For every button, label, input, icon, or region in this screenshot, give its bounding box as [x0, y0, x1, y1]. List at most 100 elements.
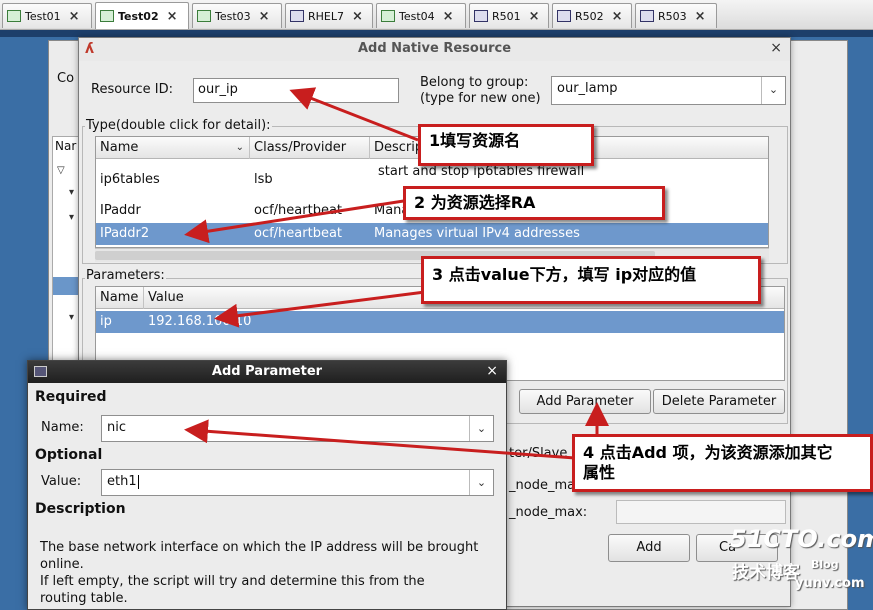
vm-tab-label: Test02 [118, 9, 159, 23]
row-name: IPaddr2 [100, 226, 150, 241]
parameters-group-label: Parameters: [85, 268, 166, 283]
vm-tab-label: R502 [575, 9, 604, 23]
vm-tab-label: Test03 [215, 9, 251, 23]
vm-tab-label: RHEL7 [308, 9, 344, 23]
vm-tab-label: Test04 [399, 9, 435, 23]
row-name: IPaddr [100, 203, 141, 218]
expand-icon[interactable]: ▾ [69, 187, 74, 198]
vm-tab-test02[interactable]: Test02 × [95, 2, 189, 29]
vm-tab-label: R503 [658, 9, 687, 23]
vm-tab-label: R501 [492, 9, 521, 23]
column-header-name[interactable]: Name [96, 287, 144, 309]
table-row-selected[interactable]: ip 192.168.100.10 [96, 311, 784, 333]
row-value[interactable]: 192.168.100.10 [144, 311, 444, 333]
dialog-titlebar[interactable]: Add Parameter × [28, 361, 506, 383]
vertical-scrollbar[interactable] [768, 137, 769, 248]
parameter-value-combo[interactable]: eth1 ⌄ [101, 469, 494, 496]
chevron-down-icon[interactable]: ⌄ [469, 416, 493, 441]
watermark-logo: 51CTO.com [730, 525, 873, 553]
vm-icon [290, 10, 304, 22]
expand-icon[interactable]: ▾ [69, 212, 74, 223]
vm-icon [474, 10, 488, 22]
close-icon[interactable]: × [770, 40, 782, 56]
type-group-label: Type(double click for detail): [85, 118, 272, 133]
close-icon[interactable]: × [167, 9, 178, 24]
required-section-label: Required [35, 389, 107, 405]
vm-tab-test04[interactable]: Test04 × [376, 3, 466, 28]
expand-icon[interactable]: ▽ [57, 165, 65, 176]
column-header-provider[interactable]: Class/Provider [250, 137, 370, 159]
close-icon[interactable]: × [352, 9, 363, 24]
close-icon[interactable]: × [259, 9, 270, 24]
add-button[interactable]: Add [608, 534, 690, 562]
vm-tab-r503[interactable]: R503 × [635, 3, 717, 28]
delete-parameter-button[interactable]: Delete Parameter [653, 389, 785, 414]
close-icon[interactable]: × [612, 9, 623, 24]
description-line: online. [40, 557, 84, 572]
description-line: If left empty, the script will try and d… [40, 574, 425, 589]
table-row-selected[interactable]: IPaddr2 ocf/heartbeat Manages virtual IP… [96, 223, 768, 245]
parameter-value-value: eth1 [107, 474, 137, 489]
add-parameter-button[interactable]: Add Parameter [519, 389, 651, 414]
vm-tab-test01[interactable]: Test01 × [2, 3, 92, 28]
description-section-label: Description [35, 501, 126, 517]
chevron-down-icon[interactable]: ⌄ [469, 470, 493, 495]
dialog-titlebar[interactable]: ʎ Add Native Resource × [79, 38, 790, 61]
vm-icon [557, 10, 571, 22]
vm-tab-bar: Test01 × Test02 × Test03 × RHEL7 × Test0… [0, 0, 873, 30]
close-icon[interactable]: × [69, 9, 80, 24]
vm-toolbar-strip [0, 30, 873, 37]
parameter-name-value: nic [107, 420, 126, 435]
dialog-title: Add Parameter [211, 364, 323, 379]
parameter-description: The base network interface on which the … [40, 539, 500, 607]
value-label: Value: [41, 474, 82, 489]
chevron-down-icon[interactable]: ⌄ [761, 77, 785, 104]
row-name: ip [100, 314, 112, 329]
group-label-line1: Belong to group: [420, 75, 529, 90]
optional-section-label: Optional [35, 447, 103, 463]
close-icon[interactable]: × [695, 9, 706, 24]
row-provider: ocf/heartbeat [254, 203, 343, 218]
master-node-max-label: _node_max: [509, 505, 588, 520]
vm-tab-r501[interactable]: R501 × [469, 3, 549, 28]
description-line: The base network interface on which the … [40, 540, 479, 555]
group-label-line2: (type for new one) [420, 91, 541, 106]
annotation-callout-1: 1填写资源名 [418, 124, 594, 166]
group-combo-value: our_lamp [557, 81, 618, 96]
annotation-callout-4: 4 点击Add 项，为该资源添加其它 属性 [572, 434, 873, 492]
add-parameter-dialog: Add Parameter × Required Name: nic ⌄ Opt… [27, 360, 507, 610]
row-provider: ocf/heartbeat [254, 226, 343, 241]
close-icon[interactable]: × [486, 363, 498, 379]
tree-selected-row[interactable] [53, 277, 79, 295]
group-combo[interactable]: our_lamp ⌄ [551, 76, 786, 105]
row-description: Manages virtual IPv4 addresses [374, 226, 580, 241]
dialog-title: Add Native Resource [357, 41, 512, 56]
menu-fragment[interactable]: Co [57, 71, 74, 86]
vm-icon [7, 10, 21, 22]
watermark-text: 技术博客 [732, 563, 800, 583]
row-name: ip6tables [100, 172, 160, 187]
row-provider: lsb [254, 172, 273, 187]
column-header-name[interactable]: Name ⌄ [96, 137, 250, 159]
master-node-max-input[interactable] [616, 500, 786, 524]
text-cursor [137, 474, 139, 489]
vm-icon [100, 10, 114, 22]
expand-icon[interactable]: ▾ [69, 312, 74, 323]
annotation-callout-2: 2 为资源选择RA [403, 186, 665, 220]
name-label: Name: [41, 420, 84, 435]
resource-id-label: Resource ID: [91, 82, 173, 97]
vm-tab-test03[interactable]: Test03 × [192, 3, 282, 28]
vm-icon [381, 10, 395, 22]
vm-tab-label: Test01 [25, 9, 61, 23]
vm-icon [197, 10, 211, 22]
close-icon[interactable]: × [529, 9, 540, 24]
watermark-url: yunv.com [795, 576, 865, 591]
close-icon[interactable]: × [443, 9, 454, 24]
annotation-callout-3: 3 点击value下方，填写 ip对应的值 [421, 256, 761, 304]
chevron-down-icon: ⌄ [235, 142, 244, 153]
vm-icon [640, 10, 654, 22]
parameter-name-combo[interactable]: nic ⌄ [101, 415, 494, 442]
vm-tab-rhel7[interactable]: RHEL7 × [285, 3, 373, 28]
vm-tab-r502[interactable]: R502 × [552, 3, 632, 28]
resource-id-input[interactable]: our_ip [193, 78, 399, 103]
